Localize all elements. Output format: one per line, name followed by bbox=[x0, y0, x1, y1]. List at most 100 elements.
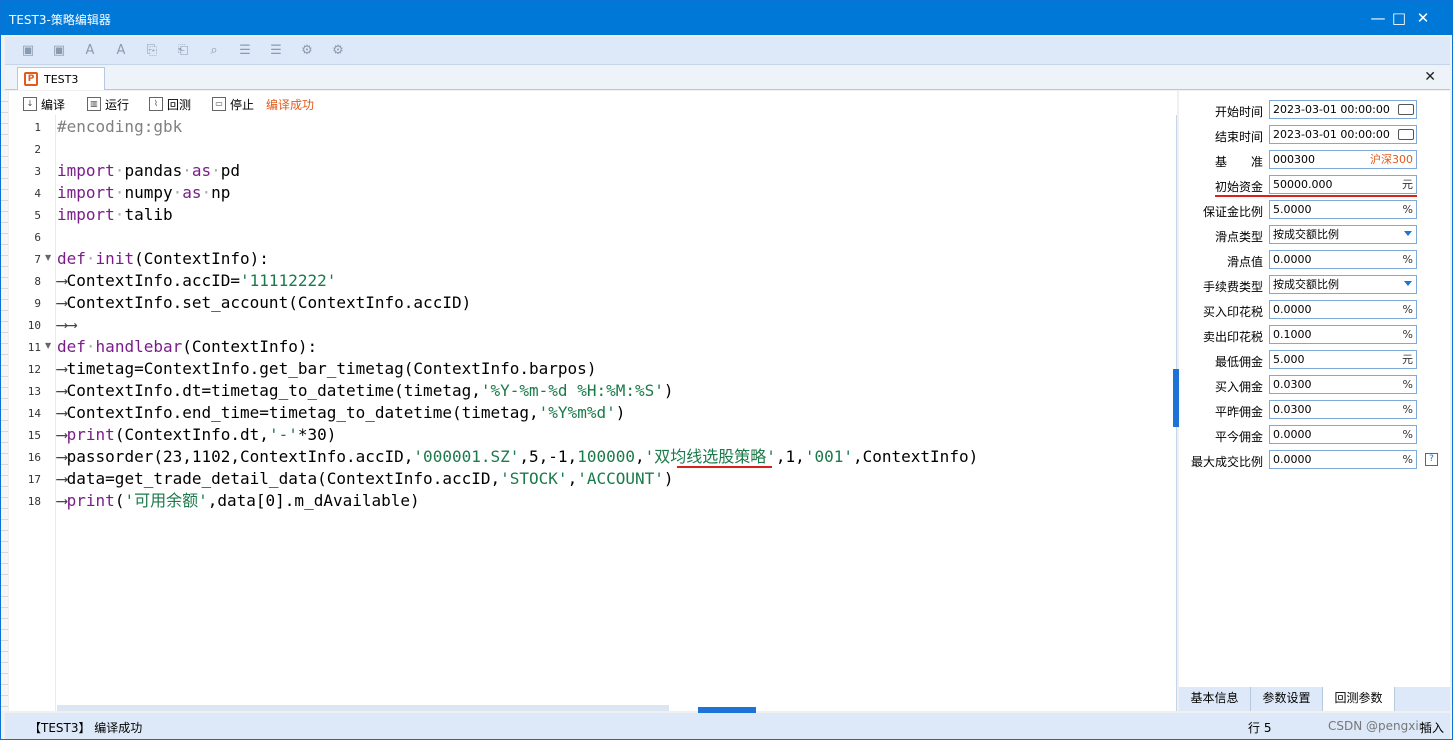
code-line: import·talib bbox=[57, 205, 173, 224]
code-line: ⟶ContextInfo.dt=timetag_to_datetime(time… bbox=[57, 381, 674, 400]
line-number: 14 bbox=[27, 407, 41, 420]
stop-button[interactable]: ▭ 停止 bbox=[212, 95, 254, 113]
close-today-field[interactable]: 0.0000% bbox=[1269, 425, 1417, 444]
horizontal-scrollbar[interactable] bbox=[57, 705, 669, 711]
buy-stamp-field[interactable]: 0.0000% bbox=[1269, 300, 1417, 319]
param-start-time: 开始时间 2023-03-01 00:00:00 bbox=[1179, 100, 1450, 120]
save-all-icon[interactable]: ▣ bbox=[50, 42, 68, 60]
calendar-icon[interactable] bbox=[1398, 129, 1414, 140]
maximize-button[interactable]: □ bbox=[1388, 7, 1410, 29]
tab-backtest-params[interactable]: 回测参数 bbox=[1323, 687, 1395, 711]
doc-list-icon[interactable]: ☰ bbox=[267, 42, 285, 60]
code-line: ⟶ContextInfo.end_time=timetag_to_datetim… bbox=[57, 403, 626, 422]
code-line: def·init(ContextInfo): bbox=[57, 249, 269, 268]
close-tab-icon[interactable]: ✕ bbox=[1424, 69, 1436, 85]
param-margin-ratio: 保证金比例 5.0000% bbox=[1179, 200, 1450, 220]
run-button[interactable]: ▥ 运行 bbox=[87, 95, 129, 113]
doc-icon[interactable]: ☰ bbox=[236, 42, 254, 60]
fee-type-select[interactable]: 按成交额比例 bbox=[1269, 275, 1417, 294]
tab-label: TEST3 bbox=[44, 73, 79, 86]
code-line: import·numpy·as·np bbox=[57, 183, 231, 202]
tab-basic-info[interactable]: 基本信息 bbox=[1179, 687, 1251, 711]
main-toolbar: ▣ ▣ A A ⎘ ⎗ ⌕ ☰ ☰ ⚙ ⚙ bbox=[5, 37, 1450, 65]
save-icon[interactable]: ▣ bbox=[19, 42, 37, 60]
param-close-yest: 平昨佣金 0.0300% bbox=[1179, 400, 1450, 420]
param-close-today: 平今佣金 0.0000% bbox=[1179, 425, 1450, 445]
line-number: 13 bbox=[27, 385, 41, 398]
min-comm-field[interactable]: 5.000 元 bbox=[1269, 350, 1417, 369]
backtest-button[interactable]: ⌇ 回测 bbox=[149, 95, 191, 113]
sell-stamp-field[interactable]: 0.1000% bbox=[1269, 325, 1417, 344]
close-yest-field[interactable]: 0.0300% bbox=[1269, 400, 1417, 419]
status-row: 行 5 bbox=[1248, 721, 1272, 735]
compile-icon: ↓ bbox=[23, 97, 37, 111]
code-line: ⟶print('可用余额',data[0].m_dAvailable) bbox=[57, 491, 420, 510]
chevron-down-icon bbox=[1404, 281, 1412, 286]
code-line: ⟶timetag=ContextInfo.get_bar_timetag(Con… bbox=[57, 359, 597, 378]
status-message: 【TEST3】 编译成功 bbox=[29, 721, 143, 735]
backtest-label: 回测 bbox=[167, 97, 192, 112]
line-number: 16 bbox=[27, 451, 41, 464]
watermark: CSDN @pengxin bbox=[1328, 719, 1427, 733]
params-icon[interactable]: ⚙ bbox=[298, 42, 316, 60]
fold-toggle-icon[interactable]: ▼ bbox=[45, 253, 53, 262]
help-icon[interactable]: ? bbox=[1425, 453, 1438, 466]
start-time-field[interactable]: 2023-03-01 00:00:00 bbox=[1269, 100, 1417, 119]
strategy-editor-window: TEST3-策略编辑器 — □ ✕ ▣ ▣ A A ⎘ ⎗ ⌕ ☰ ☰ ⚙ ⚙ … bbox=[0, 0, 1453, 740]
window-title: TEST3-策略编辑器 bbox=[9, 13, 111, 27]
end-time-field[interactable]: 2023-03-01 00:00:00 bbox=[1269, 125, 1417, 144]
param-end-time: 结束时间 2023-03-01 00:00:00 bbox=[1179, 125, 1450, 145]
strategy-file-icon: P bbox=[24, 72, 38, 86]
line-number: 18 bbox=[27, 495, 41, 508]
minimize-button[interactable]: — bbox=[1367, 7, 1389, 29]
param-slip-type: 滑点类型 按成交额比例 bbox=[1179, 225, 1450, 245]
status-bar: 【TEST3】 编译成功 行 5 CSDN @pengxin 插入 bbox=[5, 713, 1450, 739]
param-buy-comm: 买入佣金 0.0300% bbox=[1179, 375, 1450, 395]
param-sell-stamp: 卖出印花税 0.1000% bbox=[1179, 325, 1450, 345]
margin-ratio-field[interactable]: 5.0000% bbox=[1269, 200, 1417, 219]
line-number: 2 bbox=[34, 143, 41, 156]
param-min-comm: 最低佣金 5.000 元 bbox=[1179, 350, 1450, 370]
title-bar: TEST3-策略编辑器 — □ ✕ bbox=[1, 1, 1452, 35]
tab-test3[interactable]: P TEST3 bbox=[17, 67, 105, 90]
compile-label: 编译 bbox=[41, 97, 66, 112]
backtest-icon: ⌇ bbox=[149, 97, 163, 111]
benchmark-field[interactable]: 000300 沪深300 bbox=[1269, 150, 1417, 169]
line-number: 17 bbox=[27, 473, 41, 486]
font-decrease-icon[interactable]: A bbox=[81, 42, 99, 60]
code-line: import·pandas·as·pd bbox=[57, 161, 241, 180]
status-mode: 插入 bbox=[1420, 721, 1445, 735]
line-number: 3 bbox=[34, 165, 41, 178]
stop-icon: ▭ bbox=[212, 97, 226, 111]
buy-comm-field[interactable]: 0.0300% bbox=[1269, 375, 1417, 394]
fold-toggle-icon[interactable]: ▼ bbox=[45, 341, 53, 350]
tab-param-settings[interactable]: 参数设置 bbox=[1251, 687, 1323, 711]
init-capital-field[interactable]: 50000.000 元 bbox=[1269, 175, 1417, 194]
param-fee-type: 手续费类型 按成交额比例 bbox=[1179, 275, 1450, 295]
param-buy-stamp: 买入印花税 0.0000% bbox=[1179, 300, 1450, 320]
code-line: ⟶ContextInfo.accID='11112222' bbox=[57, 271, 337, 290]
code-line: #encoding:gbk bbox=[57, 117, 183, 136]
annotation-underline bbox=[1215, 195, 1417, 197]
import-icon[interactable]: ⎘ bbox=[143, 42, 161, 60]
calendar-icon[interactable] bbox=[1398, 104, 1414, 115]
slip-value-field[interactable]: 0.0000% bbox=[1269, 250, 1417, 269]
param-benchmark: 基 准 000300 沪深300 bbox=[1179, 150, 1450, 170]
code-line: def·handlebar(ContextInfo): bbox=[57, 337, 318, 356]
max-vol-field[interactable]: 0.0000% bbox=[1269, 450, 1417, 469]
line-number: 7 bbox=[34, 253, 41, 266]
line-number: 12 bbox=[27, 363, 41, 376]
slip-type-select[interactable]: 按成交额比例 bbox=[1269, 225, 1417, 244]
code-editor[interactable]: 1 2 3 4 5 6 7 ▼ 8 9 10 11 ▼ 12 13 14 15 … bbox=[9, 115, 1177, 711]
editor-toolbar: ↓ 编译 ▥ 运行 ⌇ 回测 ▭ 停止 编译成功 bbox=[9, 91, 1177, 115]
font-increase-icon[interactable]: A bbox=[112, 42, 130, 60]
export-icon[interactable]: ⎗ bbox=[174, 42, 192, 60]
code-line: ⟶⟶ bbox=[57, 315, 77, 334]
code-line: ⟶print(ContextInfo.dt,'-'*30) bbox=[57, 425, 337, 444]
compile-button[interactable]: ↓ 编译 bbox=[23, 95, 65, 113]
code-line: ⟶ContextInfo.set_account(ContextInfo.acc… bbox=[57, 293, 472, 312]
find-icon[interactable]: ⌕ bbox=[205, 42, 223, 60]
settings-icon[interactable]: ⚙ bbox=[329, 42, 347, 60]
close-button[interactable]: ✕ bbox=[1412, 7, 1434, 29]
param-init-capital: 初始资金 50000.000 元 bbox=[1179, 175, 1450, 195]
